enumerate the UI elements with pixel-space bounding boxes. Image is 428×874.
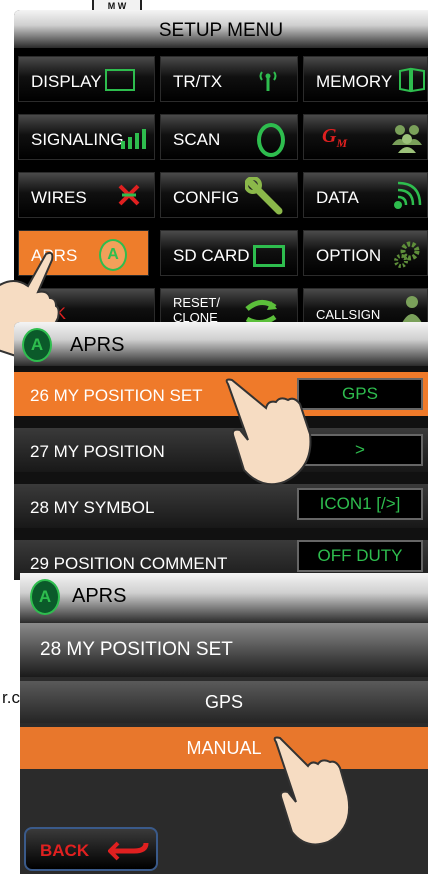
config-label: CONFIG	[173, 188, 240, 207]
signaling-button[interactable]: SIGNALING	[18, 114, 155, 160]
memory-book-icon	[399, 67, 425, 93]
sd-card-label: SD CARD	[173, 246, 250, 265]
list-item-my-position[interactable]: 27 MY POSITION >	[14, 428, 428, 472]
data-label: DATA	[316, 188, 359, 207]
aprs-badge-icon: A	[30, 579, 60, 615]
aprs-list-title: APRS	[70, 334, 125, 356]
list-item-my-symbol[interactable]: 28 MY SYMBOL ICON1 [/>]	[14, 484, 428, 528]
data-signal-icon	[394, 181, 422, 209]
scan-label: SCAN	[173, 130, 221, 149]
position-set-subtitle: 28 MY POSITION SET	[20, 623, 428, 677]
scan-ring-icon	[257, 123, 285, 157]
position-set-subtitle-text: 28 MY POSITION SET	[40, 639, 233, 660]
signal-bars-icon	[121, 129, 146, 149]
back-label: BACK	[40, 841, 90, 860]
option-gps[interactable]: GPS	[20, 681, 428, 723]
gm-logo-icon: GM	[322, 125, 348, 150]
option-button[interactable]: OPTION	[303, 230, 428, 276]
trtx-label: TR/TX	[173, 72, 223, 91]
list-item-label: 29 POSITION COMMENT	[30, 554, 228, 573]
back-button[interactable]: BACK	[24, 827, 158, 871]
background-text: r.c	[2, 688, 20, 707]
aprs-list-header: A APRS	[14, 322, 428, 366]
aprs-badge-icon: A	[22, 328, 52, 362]
wires-x-icon	[118, 184, 140, 206]
reset-clone-label: RESET/ CLONE	[173, 295, 220, 325]
callsign-label: CALLSIGN	[316, 307, 381, 322]
list-item-label: 26 MY POSITION SET	[30, 386, 203, 405]
signaling-label: SIGNALING	[31, 130, 124, 149]
list-item-value: >	[297, 434, 423, 466]
aprs-list-panel: A APRS 26 MY POSITION SET GPS 27 MY POSI…	[14, 322, 428, 580]
option-label: OPTION	[316, 246, 382, 265]
gears-icon	[394, 241, 420, 268]
list-item-value: GPS	[297, 378, 423, 410]
option-manual[interactable]: MANUAL	[20, 727, 428, 769]
trtx-button[interactable]: TR/TX	[160, 56, 298, 102]
scan-button[interactable]: SCAN	[160, 114, 298, 160]
back-arrow-icon	[108, 841, 149, 861]
sd-card-icon	[253, 245, 285, 267]
group-people-icon	[392, 125, 422, 153]
position-set-title: APRS	[72, 585, 127, 607]
wires-label: WIRES	[31, 188, 87, 207]
antenna-icon	[259, 71, 277, 91]
wrench-icon	[245, 177, 283, 215]
display-label: DISPLAY	[31, 72, 102, 91]
list-item-value: OFF DUTY	[297, 540, 423, 572]
wires-button[interactable]: WIRES	[18, 172, 155, 218]
sd-card-button[interactable]: SD CARD	[160, 230, 298, 276]
list-item-label: 27 MY POSITION	[30, 442, 165, 461]
person-icon	[402, 296, 422, 323]
group-monitor-button[interactable]: GM	[303, 114, 428, 160]
position-set-panel: A APRS 28 MY POSITION SET GPS MANUAL BAC…	[20, 573, 428, 874]
config-button[interactable]: CONFIG	[160, 172, 298, 218]
list-item-value: ICON1 [/>]	[297, 488, 423, 520]
position-set-header: A APRS	[20, 573, 428, 623]
setup-menu-title: SETUP MENU	[14, 10, 428, 48]
memory-button[interactable]: MEMORY	[303, 56, 428, 102]
setup-menu-panel: SETUP MENU DISPLAY TR/TX MEMORY SIGNALIN…	[14, 10, 428, 330]
pointing-hand-icon	[273, 736, 350, 846]
display-button[interactable]: DISPLAY	[18, 56, 155, 102]
pointing-hand-icon	[225, 378, 312, 486]
aprs-badge-icon: A	[99, 239, 127, 271]
data-button[interactable]: DATA	[303, 172, 428, 218]
list-item-label: 28 MY SYMBOL	[30, 498, 155, 517]
display-icon	[105, 69, 135, 91]
list-item-my-position-set[interactable]: 26 MY POSITION SET GPS	[14, 372, 428, 416]
memory-label: MEMORY	[316, 72, 393, 91]
